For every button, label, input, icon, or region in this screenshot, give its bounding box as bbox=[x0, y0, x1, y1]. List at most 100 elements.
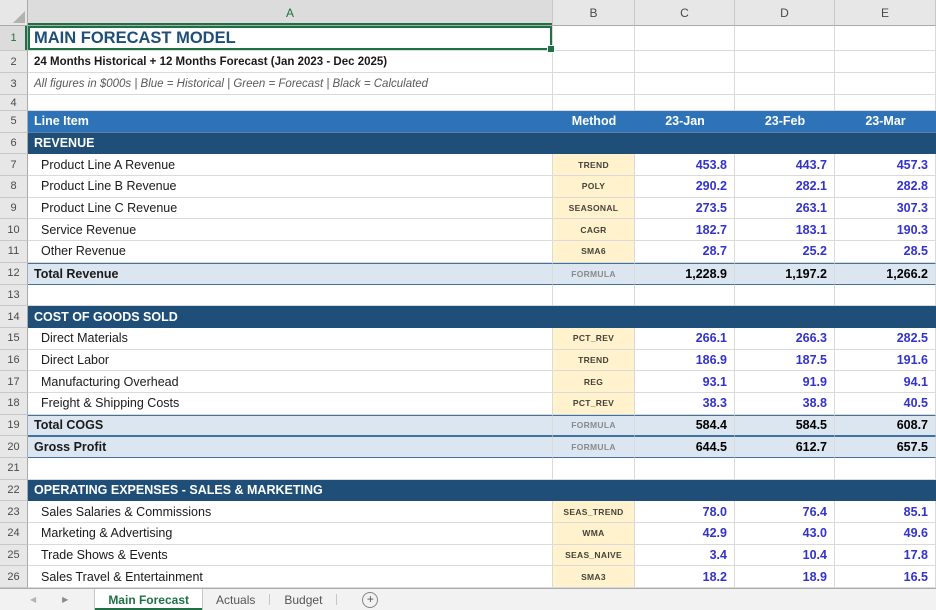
blank-cell[interactable] bbox=[835, 73, 936, 95]
sheet-nav-right-icon[interactable]: ▶ bbox=[62, 596, 68, 604]
row-header-23[interactable]: 23 bbox=[0, 501, 28, 523]
cell-total-value[interactable]: 584.4 bbox=[635, 415, 735, 437]
cell-header-line-item[interactable]: Line Item bbox=[28, 111, 553, 133]
row-header-22[interactable]: 22 bbox=[0, 480, 28, 502]
cell-value[interactable]: 49.6 bbox=[835, 523, 936, 545]
cell-method[interactable]: REG bbox=[553, 371, 635, 393]
cell-total-value[interactable]: 612.7 bbox=[735, 436, 835, 458]
cell-value[interactable]: 191.6 bbox=[835, 350, 936, 372]
cell-value[interactable]: 266.3 bbox=[735, 328, 835, 350]
cell-value[interactable]: 182.7 bbox=[635, 219, 735, 241]
cell-item-label[interactable]: Manufacturing Overhead bbox=[28, 371, 553, 393]
row-header-17[interactable]: 17 bbox=[0, 371, 28, 393]
section-header-row[interactable]: OPERATING EXPENSES - SALES & MARKETING bbox=[28, 480, 936, 502]
cell-method[interactable]: TREND bbox=[553, 350, 635, 372]
cell-header-month[interactable]: 23-Feb bbox=[735, 111, 835, 133]
cell-value[interactable]: 10.4 bbox=[735, 545, 835, 567]
cell-value[interactable]: 18.9 bbox=[735, 566, 835, 588]
cell-value[interactable]: 38.3 bbox=[635, 393, 735, 415]
cell-value[interactable]: 3.4 bbox=[635, 545, 735, 567]
row-header-15[interactable]: 15 bbox=[0, 328, 28, 350]
row-header-25[interactable]: 25 bbox=[0, 545, 28, 567]
cell-value[interactable]: 16.5 bbox=[835, 566, 936, 588]
cell-total-value[interactable]: 644.5 bbox=[635, 436, 735, 458]
blank-cell[interactable] bbox=[735, 26, 835, 51]
cell-value[interactable]: 282.1 bbox=[735, 176, 835, 198]
cell-value[interactable]: 40.5 bbox=[835, 393, 936, 415]
cell-note[interactable]: All figures in $000s | Blue = Historical… bbox=[28, 73, 553, 95]
row-header-16[interactable]: 16 bbox=[0, 350, 28, 372]
section-header-row[interactable]: REVENUE bbox=[28, 133, 936, 155]
blank-cell[interactable] bbox=[735, 51, 835, 73]
row-header-7[interactable]: 7 bbox=[0, 154, 28, 176]
tab-budget[interactable]: Budget bbox=[271, 589, 335, 610]
blank-cell[interactable] bbox=[28, 285, 553, 307]
row-header-9[interactable]: 9 bbox=[0, 198, 28, 220]
cell-subtitle[interactable]: 24 Months Historical + 12 Months Forecas… bbox=[28, 51, 553, 73]
cell-value[interactable]: 43.0 bbox=[735, 523, 835, 545]
cell-method[interactable]: FORMULA bbox=[553, 415, 635, 437]
row-header-18[interactable]: 18 bbox=[0, 393, 28, 415]
row-header-4[interactable]: 4 bbox=[0, 95, 28, 111]
blank-cell[interactable] bbox=[553, 458, 635, 480]
row-header-8[interactable]: 8 bbox=[0, 176, 28, 198]
cell-method[interactable]: FORMULA bbox=[553, 436, 635, 458]
blank-cell[interactable] bbox=[553, 26, 635, 51]
column-header-C[interactable]: C bbox=[635, 0, 735, 26]
blank-cell[interactable] bbox=[835, 26, 936, 51]
row-header-24[interactable]: 24 bbox=[0, 523, 28, 545]
blank-cell[interactable] bbox=[28, 458, 553, 480]
cell-method[interactable]: FORMULA bbox=[553, 263, 635, 285]
row-header-14[interactable]: 14 bbox=[0, 306, 28, 328]
cell-value[interactable]: 307.3 bbox=[835, 198, 936, 220]
row-header-21[interactable]: 21 bbox=[0, 458, 28, 480]
blank-cell[interactable] bbox=[735, 458, 835, 480]
cell-method[interactable]: WMA bbox=[553, 523, 635, 545]
tab-actuals[interactable]: Actuals bbox=[203, 589, 268, 610]
blank-cell[interactable] bbox=[835, 95, 936, 111]
cell-value[interactable]: 266.1 bbox=[635, 328, 735, 350]
cell-header-month[interactable]: 23-Mar bbox=[835, 111, 936, 133]
cell-value[interactable]: 453.8 bbox=[635, 154, 735, 176]
blank-cell[interactable] bbox=[735, 95, 835, 111]
cell-value[interactable]: 38.8 bbox=[735, 393, 835, 415]
cell-item-label[interactable]: Product Line B Revenue bbox=[28, 176, 553, 198]
blank-cell[interactable] bbox=[735, 285, 835, 307]
select-all-corner[interactable] bbox=[0, 0, 28, 26]
blank-cell[interactable] bbox=[635, 458, 735, 480]
cell-item-label[interactable]: Marketing & Advertising bbox=[28, 523, 553, 545]
cell-item-label[interactable]: Other Revenue bbox=[28, 241, 553, 263]
cell-item-label[interactable]: Sales Salaries & Commissions bbox=[28, 501, 553, 523]
blank-cell[interactable] bbox=[835, 51, 936, 73]
cell-method[interactable]: POLY bbox=[553, 176, 635, 198]
cell-method[interactable]: SMA6 bbox=[553, 241, 635, 263]
cell-item-label[interactable]: Direct Materials bbox=[28, 328, 553, 350]
cell-total-value[interactable]: 1,197.2 bbox=[735, 263, 835, 285]
row-header-1[interactable]: 1 bbox=[0, 26, 28, 51]
cell-total-label[interactable]: Total COGS bbox=[28, 415, 553, 437]
cell-value[interactable]: 273.5 bbox=[635, 198, 735, 220]
cell-total-value[interactable]: 1,266.2 bbox=[835, 263, 936, 285]
column-header-B[interactable]: B bbox=[553, 0, 635, 26]
blank-cell[interactable] bbox=[553, 285, 635, 307]
blank-cell[interactable] bbox=[553, 95, 635, 111]
blank-cell[interactable] bbox=[553, 73, 635, 95]
blank-cell[interactable] bbox=[635, 51, 735, 73]
cell-value[interactable]: 190.3 bbox=[835, 219, 936, 241]
cell-title[interactable]: MAIN FORECAST MODEL bbox=[28, 26, 553, 51]
cell-total-value[interactable]: 584.5 bbox=[735, 415, 835, 437]
cell-value[interactable]: 93.1 bbox=[635, 371, 735, 393]
section-header-row[interactable]: COST OF GOODS SOLD bbox=[28, 306, 936, 328]
cell-value[interactable]: 263.1 bbox=[735, 198, 835, 220]
tab-main-forecast[interactable]: Main Forecast bbox=[94, 589, 203, 610]
cell-method[interactable]: PCT_REV bbox=[553, 328, 635, 350]
row-header-20[interactable]: 20 bbox=[0, 436, 28, 458]
row-header-19[interactable]: 19 bbox=[0, 415, 28, 437]
cell-total-label[interactable]: Gross Profit bbox=[28, 436, 553, 458]
cell-value[interactable]: 282.8 bbox=[835, 176, 936, 198]
column-header-A[interactable]: A bbox=[28, 0, 553, 26]
cell-value[interactable]: 282.5 bbox=[835, 328, 936, 350]
blank-cell[interactable] bbox=[553, 51, 635, 73]
column-header-D[interactable]: D bbox=[735, 0, 835, 26]
blank-cell[interactable] bbox=[635, 285, 735, 307]
